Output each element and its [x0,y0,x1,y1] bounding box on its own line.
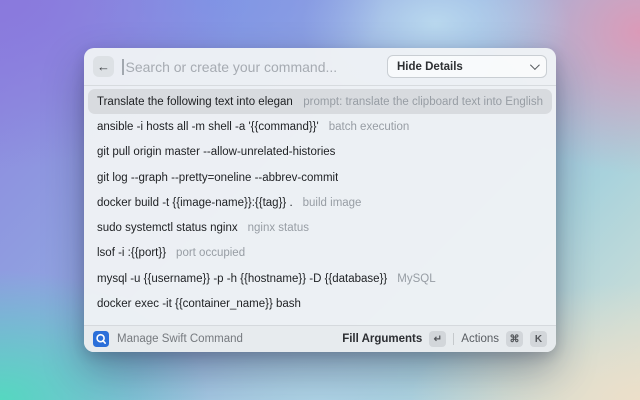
text-caret [122,58,124,75]
list-item[interactable]: ansible -i hosts all -m shell -a '{{comm… [88,114,552,139]
details-dropdown[interactable]: Hide Details [387,55,547,78]
command-text: ansible -i hosts all -m shell -a '{{comm… [97,120,319,133]
command-key-icon: ⌘ [506,331,523,347]
list-item[interactable]: sudo systemctl status nginx nginx status [88,215,552,240]
list-item[interactable]: lsof -i :{{port}} port occupied [88,241,552,266]
details-dropdown-value: Hide Details [397,60,463,73]
list-item[interactable]: git log --graph --pretty=oneline --abbre… [88,165,552,190]
command-text: sudo systemctl status nginx [97,222,238,235]
command-text: docker exec -it {{container_name}} bash [97,298,301,311]
actions-button[interactable]: Actions [461,333,499,345]
command-palette-window: ← Search or create your command... Hide … [84,48,556,352]
app-label: Manage Swift Command [117,333,243,345]
fill-arguments-button[interactable]: Fill Arguments [342,333,422,345]
swift-command-app-icon [93,331,109,347]
command-text: docker build -t {{image-name}}:{{tag}} . [97,196,293,209]
footer-actions: Fill Arguments ↵ Actions ⌘ K [342,331,547,347]
command-subtitle: prompt: translate the clipboard text int… [303,95,543,108]
command-text: Translate the following text into elegan… [97,95,294,108]
command-subtitle: port occupied [176,247,246,260]
command-text: git log --graph --pretty=oneline --abbre… [97,171,339,184]
back-button[interactable]: ← [93,56,114,77]
command-subtitle: batch execution [328,120,410,133]
command-text: lsof -i :{{port}} [97,247,167,260]
search-input[interactable]: Search or create your command... [126,59,380,75]
k-key-icon: K [530,331,547,347]
command-list: Translate the following text into elegan… [84,86,556,325]
list-item[interactable]: docker exec -it {{container_name}} bash [88,291,552,316]
command-subtitle: nginx status [247,222,309,235]
command-text: mysql -u {{username}} -p -h {{hostname}}… [97,272,388,285]
chevron-down-icon [529,60,540,71]
list-item[interactable]: mysql -u {{username}} -p -h {{hostname}}… [88,266,552,291]
search-bar: ← Search or create your command... Hide … [84,48,556,86]
command-subtitle: MySQL [397,272,436,285]
arrow-left-icon: ← [97,59,110,74]
command-text: git pull origin master --allow-unrelated… [97,146,336,159]
list-item[interactable]: Translate the following text into elegan… [88,89,552,115]
return-key-icon: ↵ [429,331,447,347]
list-item[interactable]: git pull origin master --allow-unrelated… [88,140,552,165]
action-bar: Manage Swift Command Fill Arguments ↵ Ac… [84,325,556,352]
list-item[interactable]: docker build -t {{image-name}}:{{tag}} .… [88,190,552,215]
divider [453,333,455,345]
command-subtitle: build image [302,196,362,209]
